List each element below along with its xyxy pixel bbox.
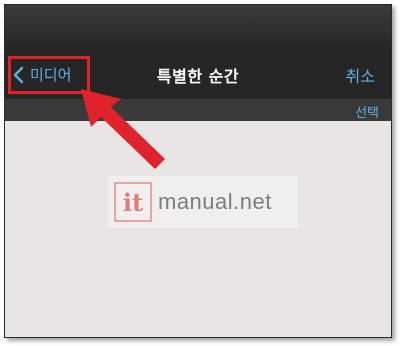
app-screen: 미디어 특별한 순간 취소 선택 it manual.net <box>4 4 392 338</box>
media-content-area <box>5 121 391 337</box>
status-bar <box>5 5 391 49</box>
cancel-button[interactable]: 취소 <box>346 63 375 87</box>
annotation-arrow-icon <box>81 89 165 169</box>
watermark: it manual.net <box>108 176 298 228</box>
watermark-logo: it <box>114 182 152 222</box>
watermark-site: manual.net <box>158 189 272 214</box>
toolbar-strip <box>5 99 391 121</box>
select-button[interactable]: 선택 <box>355 102 379 121</box>
